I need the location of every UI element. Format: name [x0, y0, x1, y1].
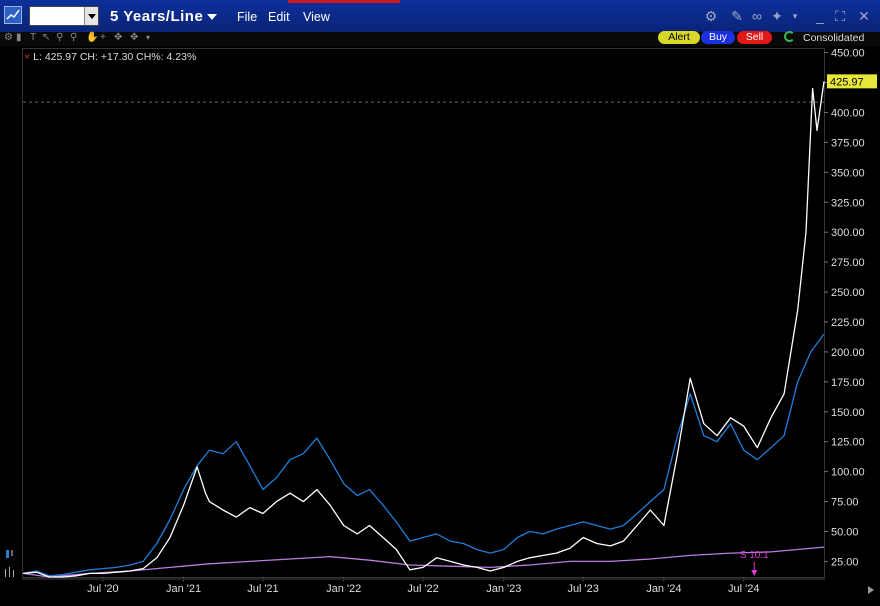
y-tick-label-4: 125.00 [831, 437, 865, 449]
x-tick-label-8: Jul '24 [728, 583, 759, 595]
x-tick-label-3: Jan '22 [326, 583, 361, 595]
y-tick-label-7: 200.00 [831, 347, 865, 359]
y-tick-label-17: 450.00 [831, 48, 865, 60]
x-tick-label-4: Jul '22 [407, 583, 438, 595]
x-tick-label-7: Jan '24 [646, 583, 681, 595]
y-tick-label-10: 275.00 [831, 257, 865, 269]
split-annotation-label: S 10:1 [740, 550, 769, 561]
y-tick-label-3: 100.00 [831, 467, 865, 479]
y-tick-label-8: 225.00 [831, 317, 865, 329]
y-tick-label-12: 325.00 [831, 197, 865, 209]
arrow-right-icon [868, 586, 874, 594]
y-tick-label-5: 150.00 [831, 407, 865, 419]
price-legend: × L: 425.97 CH: +17.30 CH%: 4.23% [24, 51, 196, 63]
x-tick-label-6: Jul '23 [567, 583, 598, 595]
y-tick-label-2: 75.00 [831, 497, 859, 509]
x-tick-label-1: Jan '21 [166, 583, 201, 595]
y-tick-label-11: 300.00 [831, 227, 865, 239]
split-arrow-icon [751, 570, 758, 576]
x-tick-label-2: Jul '21 [247, 583, 278, 595]
horizontal-scrollbar[interactable] [22, 578, 825, 580]
legend-text: L: 425.97 CH: +17.30 CH%: 4.23% [33, 51, 197, 63]
x-tick-label-5: Jan '23 [486, 583, 521, 595]
y-tick-label-15: 400.00 [831, 107, 865, 119]
y-tick-label-9: 250.00 [831, 287, 865, 299]
scroll-right-button[interactable] [825, 578, 880, 601]
y-tick-label-0: 25.00 [831, 556, 859, 568]
left-indicator-strip [0, 46, 20, 601]
series-line-1 [22, 333, 825, 577]
x-tick-label-0: Jul '20 [87, 583, 118, 595]
last-price-badge-text: 425.97 [830, 76, 864, 88]
legend-close-icon[interactable]: × [24, 51, 30, 63]
y-tick-label-14: 375.00 [831, 137, 865, 149]
y-tick-label-1: 50.00 [831, 527, 859, 539]
series-line-0 [22, 81, 825, 578]
y-tick-label-6: 175.00 [831, 377, 865, 389]
y-tick-label-13: 350.00 [831, 167, 865, 179]
price-chart: 25.00 50.00 75.00 100.00 125.00 150.00 175.00 2… [22, 48, 877, 595]
